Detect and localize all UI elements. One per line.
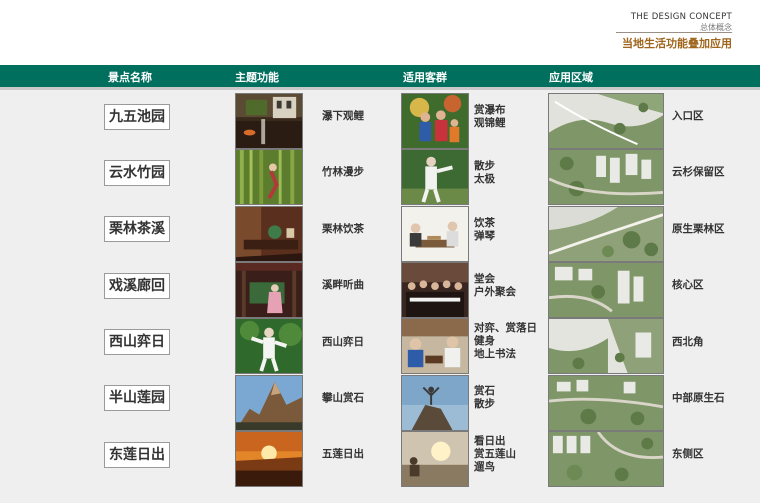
- theme-label: 西山弈日: [322, 336, 364, 348]
- spot-name: 西山弈日: [104, 329, 170, 355]
- entrance-plan-map: [548, 93, 664, 149]
- theme-label: 栗林饮茶: [322, 223, 364, 235]
- theme-label: 瀑下观鲤: [322, 110, 364, 122]
- family-outing-photo: [401, 93, 469, 149]
- area-label: 云杉保留区: [672, 166, 725, 178]
- column-header-spot: 景点名称: [108, 71, 152, 84]
- column-header-area: 应用区域: [549, 71, 593, 84]
- tea-and-guqin-photo: [401, 206, 469, 262]
- brand-divider: [616, 32, 732, 33]
- area-label: 东侧区: [672, 448, 704, 460]
- spot-name: 云水竹园: [104, 160, 170, 186]
- column-header-audience: 适用客群: [403, 71, 447, 84]
- area-label: 中部原生石: [672, 392, 725, 404]
- tai-chi-photo: [235, 318, 303, 374]
- column-header-theme: 主题功能: [235, 71, 279, 84]
- indoor-gathering-photo: [401, 262, 469, 318]
- area-label: 入口区: [672, 110, 704, 122]
- theme-label: 攀山赏石: [322, 392, 364, 404]
- mountain-rock-photo: [235, 375, 303, 431]
- northwest-plan-map: [548, 318, 664, 374]
- area-label: 西北角: [672, 336, 704, 348]
- spot-name: 东莲日出: [104, 442, 170, 468]
- bamboo-walk-photo: [235, 149, 303, 205]
- audience-label: 饮茶 弹琴: [474, 217, 495, 242]
- person-on-rock-photo: [401, 375, 469, 431]
- content-band: 九五池园 瀑下观鲤 赏瀑布 观锦鲤 入口区 云水竹园 竹林漫步 散步 太极 云杉…: [0, 90, 760, 503]
- theme-label: 竹林漫步: [322, 166, 364, 178]
- spot-name: 栗林茶溪: [104, 216, 170, 242]
- spot-name: 半山莲园: [104, 385, 170, 411]
- theme-label: 五莲日出: [322, 448, 364, 460]
- chestnut-forest-plan-map: [548, 206, 664, 262]
- spot-name: 九五池园: [104, 104, 170, 130]
- audience-label: 赏瀑布 观锦鲤: [474, 104, 506, 129]
- brand-english: THE DESIGN CONCEPT: [630, 12, 732, 22]
- tea-table-photo: [235, 206, 303, 262]
- fir-reserve-plan-map: [548, 149, 664, 205]
- pavilion-music-photo: [235, 262, 303, 318]
- area-label: 核心区: [672, 279, 704, 291]
- column-header-bar: 景点名称 主题功能 适用客群 应用区域: [0, 65, 760, 87]
- spot-name: 戏溪廊回: [104, 273, 170, 299]
- east-side-plan-map: [548, 431, 664, 487]
- beach-sunrise-photo: [401, 431, 469, 487]
- audience-label: 堂会 户外聚会: [474, 273, 516, 298]
- brand-block: THE DESIGN CONCEPT 总体概念: [631, 12, 732, 33]
- audience-label: 看日出 赏五莲山 遛鸟: [474, 435, 516, 473]
- audience-label: 散步 太极: [474, 160, 495, 185]
- sunrise-photo: [235, 431, 303, 487]
- audience-label: 对弈、赏落日 健身 地上书法: [474, 322, 537, 360]
- central-rock-plan-map: [548, 375, 664, 431]
- area-label: 原生栗林区: [672, 223, 725, 235]
- theme-label: 溪畔听曲: [322, 279, 364, 291]
- chess-players-photo: [401, 318, 469, 374]
- audience-label: 赏石 散步: [474, 385, 495, 410]
- page-subtitle: 当地生活功能叠加应用: [622, 37, 732, 50]
- waterfall-koi-photo: [235, 93, 303, 149]
- core-area-plan-map: [548, 262, 664, 318]
- elder-tai-chi-photo: [401, 149, 469, 205]
